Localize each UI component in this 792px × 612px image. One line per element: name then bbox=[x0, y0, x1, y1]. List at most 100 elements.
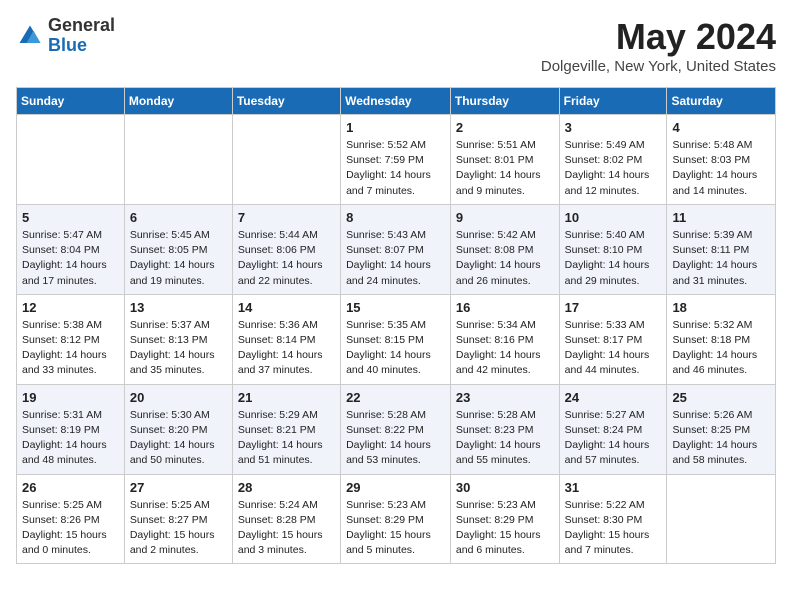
day-number: 16 bbox=[456, 300, 554, 315]
week-row-5: 26 Sunrise: 5:25 AMSunset: 8:26 PMDayligh… bbox=[17, 474, 776, 564]
day-info: Sunrise: 5:40 AMSunset: 8:10 PMDaylight:… bbox=[565, 228, 662, 289]
day-number: 28 bbox=[238, 480, 335, 495]
calendar-cell: 29 Sunrise: 5:23 AMSunset: 8:29 PMDayligh… bbox=[341, 474, 451, 564]
day-header-monday: Monday bbox=[124, 88, 232, 115]
logo-blue: Blue bbox=[48, 35, 87, 55]
day-number: 30 bbox=[456, 480, 554, 495]
day-info: Sunrise: 5:49 AMSunset: 8:02 PMDaylight:… bbox=[565, 138, 662, 199]
day-number: 18 bbox=[672, 300, 770, 315]
day-number: 6 bbox=[130, 210, 227, 225]
calendar-cell: 10Sunrise: 5:40 AMSunset: 8:10 PMDayligh… bbox=[559, 204, 667, 294]
day-info: Sunrise: 5:42 AMSunset: 8:08 PMDaylight:… bbox=[456, 228, 554, 289]
calendar-cell: 12 Sunrise: 5:38 AMSunset: 8:12 PMDayligh… bbox=[17, 294, 125, 384]
calendar-cell: 15 Sunrise: 5:35 AMSunset: 8:15 PMDayligh… bbox=[341, 294, 451, 384]
day-number: 4 bbox=[672, 120, 770, 135]
day-number: 7 bbox=[238, 210, 335, 225]
week-row-4: 19 Sunrise: 5:31 AMSunset: 8:19 PMDayligh… bbox=[17, 384, 776, 474]
calendar-cell: 11 Sunrise: 5:39 AMSunset: 8:11 PMDayligh… bbox=[667, 204, 776, 294]
calendar-cell: 9 Sunrise: 5:42 AMSunset: 8:08 PMDaylight… bbox=[450, 204, 559, 294]
day-header-thursday: Thursday bbox=[450, 88, 559, 115]
calendar-cell: 25 Sunrise: 5:26 AMSunset: 8:25 PMDayligh… bbox=[667, 384, 776, 474]
calendar-cell: 24 Sunrise: 5:27 AMSunset: 8:24 PMDayligh… bbox=[559, 384, 667, 474]
day-number: 9 bbox=[456, 210, 554, 225]
title-block: May 2024 Dolgeville, New York, United St… bbox=[541, 16, 776, 75]
day-number: 2 bbox=[456, 120, 554, 135]
day-info: Sunrise: 5:23 AMSunset: 8:29 PMDaylight:… bbox=[346, 498, 445, 559]
day-info: Sunrise: 5:27 AMSunset: 8:24 PMDaylight:… bbox=[565, 408, 662, 469]
day-info: Sunrise: 5:25 AMSunset: 8:27 PMDaylight:… bbox=[130, 498, 227, 559]
day-number: 11 bbox=[672, 210, 770, 225]
day-info: Sunrise: 5:45 AMSunset: 8:05 PMDaylight:… bbox=[130, 228, 227, 289]
day-info: Sunrise: 5:30 AMSunset: 8:20 PMDaylight:… bbox=[130, 408, 227, 469]
calendar-cell bbox=[17, 115, 125, 205]
day-info: Sunrise: 5:35 AMSunset: 8:15 PMDaylight:… bbox=[346, 318, 445, 379]
day-info: Sunrise: 5:51 AMSunset: 8:01 PMDaylight:… bbox=[456, 138, 554, 199]
day-info: Sunrise: 5:38 AMSunset: 8:12 PMDaylight:… bbox=[22, 318, 119, 379]
day-number: 31 bbox=[565, 480, 662, 495]
day-number: 19 bbox=[22, 390, 119, 405]
calendar-cell bbox=[124, 115, 232, 205]
logo-general: General bbox=[48, 15, 115, 35]
day-info: Sunrise: 5:33 AMSunset: 8:17 PMDaylight:… bbox=[565, 318, 662, 379]
day-number: 12 bbox=[22, 300, 119, 315]
calendar-cell: 6 Sunrise: 5:45 AMSunset: 8:05 PMDaylight… bbox=[124, 204, 232, 294]
calendar-table: SundayMondayTuesdayWednesdayThursdayFrid… bbox=[16, 87, 776, 564]
day-header-tuesday: Tuesday bbox=[232, 88, 340, 115]
calendar-cell: 31Sunrise: 5:22 AMSunset: 8:30 PMDayligh… bbox=[559, 474, 667, 564]
day-number: 23 bbox=[456, 390, 554, 405]
calendar-cell: 22 Sunrise: 5:28 AMSunset: 8:22 PMDayligh… bbox=[341, 384, 451, 474]
day-info: Sunrise: 5:32 AMSunset: 8:18 PMDaylight:… bbox=[672, 318, 770, 379]
day-info: Sunrise: 5:23 AMSunset: 8:29 PMDaylight:… bbox=[456, 498, 554, 559]
day-number: 1 bbox=[346, 120, 445, 135]
day-number: 8 bbox=[346, 210, 445, 225]
day-number: 15 bbox=[346, 300, 445, 315]
calendar-cell: 5 Sunrise: 5:47 AMSunset: 8:04 PMDaylight… bbox=[17, 204, 125, 294]
day-number: 21 bbox=[238, 390, 335, 405]
calendar-cell: 7 Sunrise: 5:44 AMSunset: 8:06 PMDaylight… bbox=[232, 204, 340, 294]
day-number: 5 bbox=[22, 210, 119, 225]
day-header-saturday: Saturday bbox=[667, 88, 776, 115]
day-info: Sunrise: 5:25 AMSunset: 8:26 PMDaylight:… bbox=[22, 498, 119, 559]
day-number: 3 bbox=[565, 120, 662, 135]
week-row-1: 1Sunrise: 5:52 AMSunset: 7:59 PMDaylight… bbox=[17, 115, 776, 205]
calendar-cell bbox=[667, 474, 776, 564]
day-header-wednesday: Wednesday bbox=[341, 88, 451, 115]
calendar-cell: 1Sunrise: 5:52 AMSunset: 7:59 PMDaylight… bbox=[341, 115, 451, 205]
day-number: 22 bbox=[346, 390, 445, 405]
day-number: 29 bbox=[346, 480, 445, 495]
calendar-cell: 27Sunrise: 5:25 AMSunset: 8:27 PMDayligh… bbox=[124, 474, 232, 564]
day-info: Sunrise: 5:47 AMSunset: 8:04 PMDaylight:… bbox=[22, 228, 119, 289]
calendar-cell: 4Sunrise: 5:48 AMSunset: 8:03 PMDaylight… bbox=[667, 115, 776, 205]
day-number: 14 bbox=[238, 300, 335, 315]
calendar-cell: 18 Sunrise: 5:32 AMSunset: 8:18 PMDayligh… bbox=[667, 294, 776, 384]
calendar-cell: 20 Sunrise: 5:30 AMSunset: 8:20 PMDayligh… bbox=[124, 384, 232, 474]
day-info: Sunrise: 5:28 AMSunset: 8:22 PMDaylight:… bbox=[346, 408, 445, 469]
days-of-week-row: SundayMondayTuesdayWednesdayThursdayFrid… bbox=[17, 88, 776, 115]
day-info: Sunrise: 5:43 AMSunset: 8:07 PMDaylight:… bbox=[346, 228, 445, 289]
calendar-cell: 13 Sunrise: 5:37 AMSunset: 8:13 PMDayligh… bbox=[124, 294, 232, 384]
calendar-cell: 8 Sunrise: 5:43 AMSunset: 8:07 PMDaylight… bbox=[341, 204, 451, 294]
calendar-cell: 2 Sunrise: 5:51 AMSunset: 8:01 PMDaylight… bbox=[450, 115, 559, 205]
day-header-sunday: Sunday bbox=[17, 88, 125, 115]
day-info: Sunrise: 5:44 AMSunset: 8:06 PMDaylight:… bbox=[238, 228, 335, 289]
day-number: 26 bbox=[22, 480, 119, 495]
day-info: Sunrise: 5:26 AMSunset: 8:25 PMDaylight:… bbox=[672, 408, 770, 469]
day-info: Sunrise: 5:34 AMSunset: 8:16 PMDaylight:… bbox=[456, 318, 554, 379]
location: Dolgeville, New York, United States bbox=[541, 58, 776, 75]
calendar-cell: 14Sunrise: 5:36 AMSunset: 8:14 PMDayligh… bbox=[232, 294, 340, 384]
calendar-cell: 26 Sunrise: 5:25 AMSunset: 8:26 PMDayligh… bbox=[17, 474, 125, 564]
logo-text: General Blue bbox=[48, 16, 115, 56]
day-number: 13 bbox=[130, 300, 227, 315]
day-info: Sunrise: 5:39 AMSunset: 8:11 PMDaylight:… bbox=[672, 228, 770, 289]
logo: General Blue bbox=[16, 16, 115, 56]
day-number: 24 bbox=[565, 390, 662, 405]
calendar-cell: 30 Sunrise: 5:23 AMSunset: 8:29 PMDayligh… bbox=[450, 474, 559, 564]
day-info: Sunrise: 5:37 AMSunset: 8:13 PMDaylight:… bbox=[130, 318, 227, 379]
calendar-cell: 17Sunrise: 5:33 AMSunset: 8:17 PMDayligh… bbox=[559, 294, 667, 384]
day-info: Sunrise: 5:31 AMSunset: 8:19 PMDaylight:… bbox=[22, 408, 119, 469]
calendar-cell: 3 Sunrise: 5:49 AMSunset: 8:02 PMDaylight… bbox=[559, 115, 667, 205]
day-number: 25 bbox=[672, 390, 770, 405]
logo-icon bbox=[16, 22, 44, 50]
calendar-cell: 28Sunrise: 5:24 AMSunset: 8:28 PMDayligh… bbox=[232, 474, 340, 564]
day-number: 20 bbox=[130, 390, 227, 405]
